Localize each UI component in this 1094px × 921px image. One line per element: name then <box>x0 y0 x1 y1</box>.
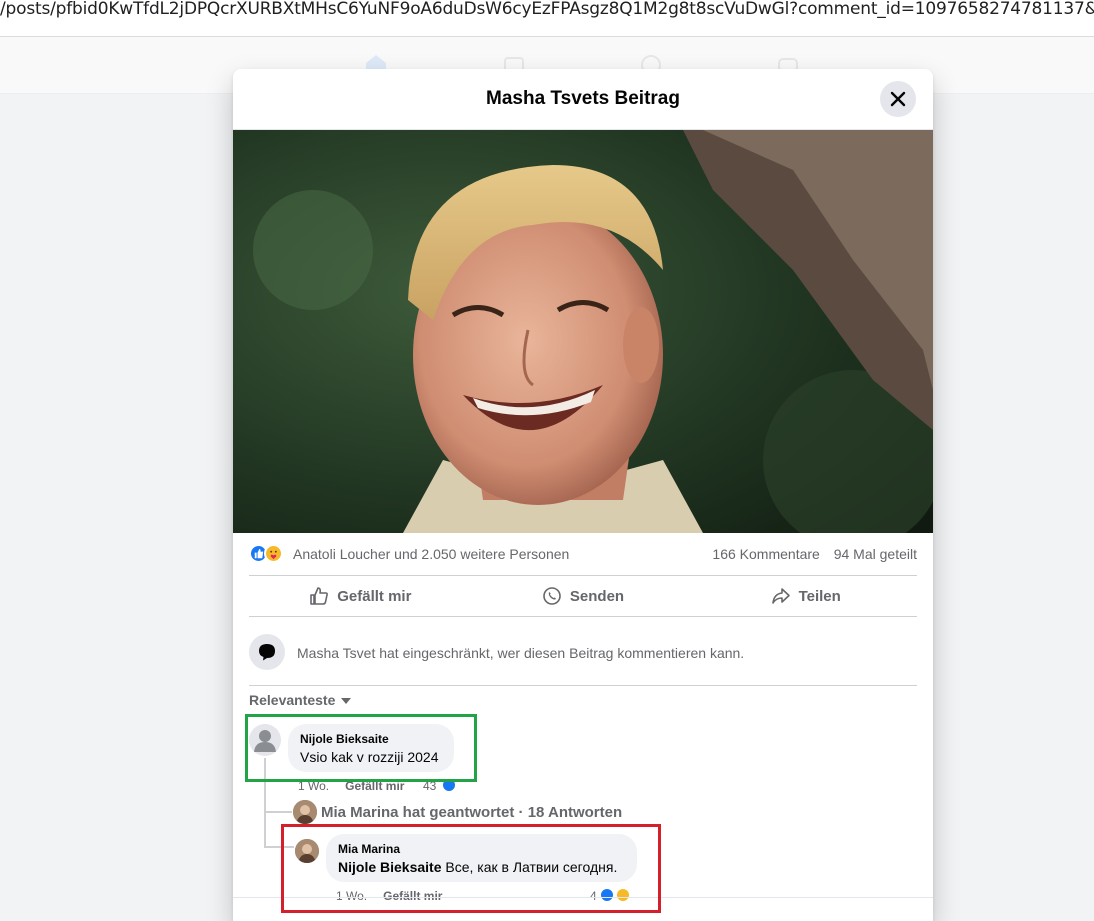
send-label: Senden <box>569 587 625 605</box>
send-button[interactable]: Senden <box>472 576 695 616</box>
thumbs-up-icon <box>310 587 329 605</box>
modal-title: Masha Tsvets Beitrag <box>486 88 680 109</box>
view-replies-link[interactable]: Mia Marina hat geantwortet · 18 Antworte… <box>321 804 622 821</box>
close-button[interactable] <box>880 81 916 117</box>
reactions-summary: Anatoli Loucher und 2.050 weitere Person… <box>249 544 917 564</box>
post-modal: Masha Tsvets Beitrag Anatoli Loucher und… <box>233 69 933 921</box>
share-button[interactable]: Teilen <box>694 576 917 616</box>
caret-down-icon <box>341 698 352 705</box>
comment-bubble-icon <box>249 634 285 670</box>
restriction-text: Masha Tsvet hat eingeschränkt, wer diese… <box>297 645 745 661</box>
modal-header: Masha Tsvets Beitrag <box>233 69 933 130</box>
whatsapp-icon <box>543 587 561 605</box>
comment-restriction-notice: Masha Tsvet hat eingeschränkt, wer diese… <box>249 632 917 672</box>
post-photo[interactable] <box>233 130 933 533</box>
sort-label: Relevanteste <box>249 692 336 708</box>
divider <box>249 685 917 686</box>
url-text: /posts/pfbid0KwTfdL2jDPQcrXURBXtMHsC6YuN… <box>0 0 1094 19</box>
user-photo-icon <box>293 800 317 824</box>
engagement-counts: 166 Kommentare 94 Mal geteilt <box>702 546 917 562</box>
comment-sort-dropdown[interactable]: Relevanteste <box>249 692 352 708</box>
divider <box>249 616 917 617</box>
comment-count[interactable]: 166 Kommentare <box>712 546 819 562</box>
share-label: Teilen <box>798 587 841 605</box>
like-label: Gefällt mir <box>337 587 412 605</box>
share-arrow-icon <box>771 588 790 604</box>
post-action-bar: Gefällt mir Senden Teilen <box>249 576 917 616</box>
close-icon <box>890 91 906 107</box>
highlight-box-red <box>281 824 661 913</box>
thread-connector <box>264 811 292 813</box>
share-count[interactable]: 94 Mal geteilt <box>834 546 917 562</box>
avatar[interactable] <box>293 800 317 824</box>
highlight-box-green <box>245 714 477 782</box>
care-reaction-icon <box>264 544 283 563</box>
reaction-icons[interactable] <box>249 544 289 564</box>
reactor-names[interactable]: Anatoli Loucher und 2.050 weitere Person… <box>293 546 569 562</box>
photo-smiling-boy <box>233 130 933 533</box>
like-button[interactable]: Gefällt mir <box>249 576 472 616</box>
address-bar[interactable]: /posts/pfbid0KwTfdL2jDPQcrXURBXtMHsC6YuN… <box>0 0 1094 37</box>
